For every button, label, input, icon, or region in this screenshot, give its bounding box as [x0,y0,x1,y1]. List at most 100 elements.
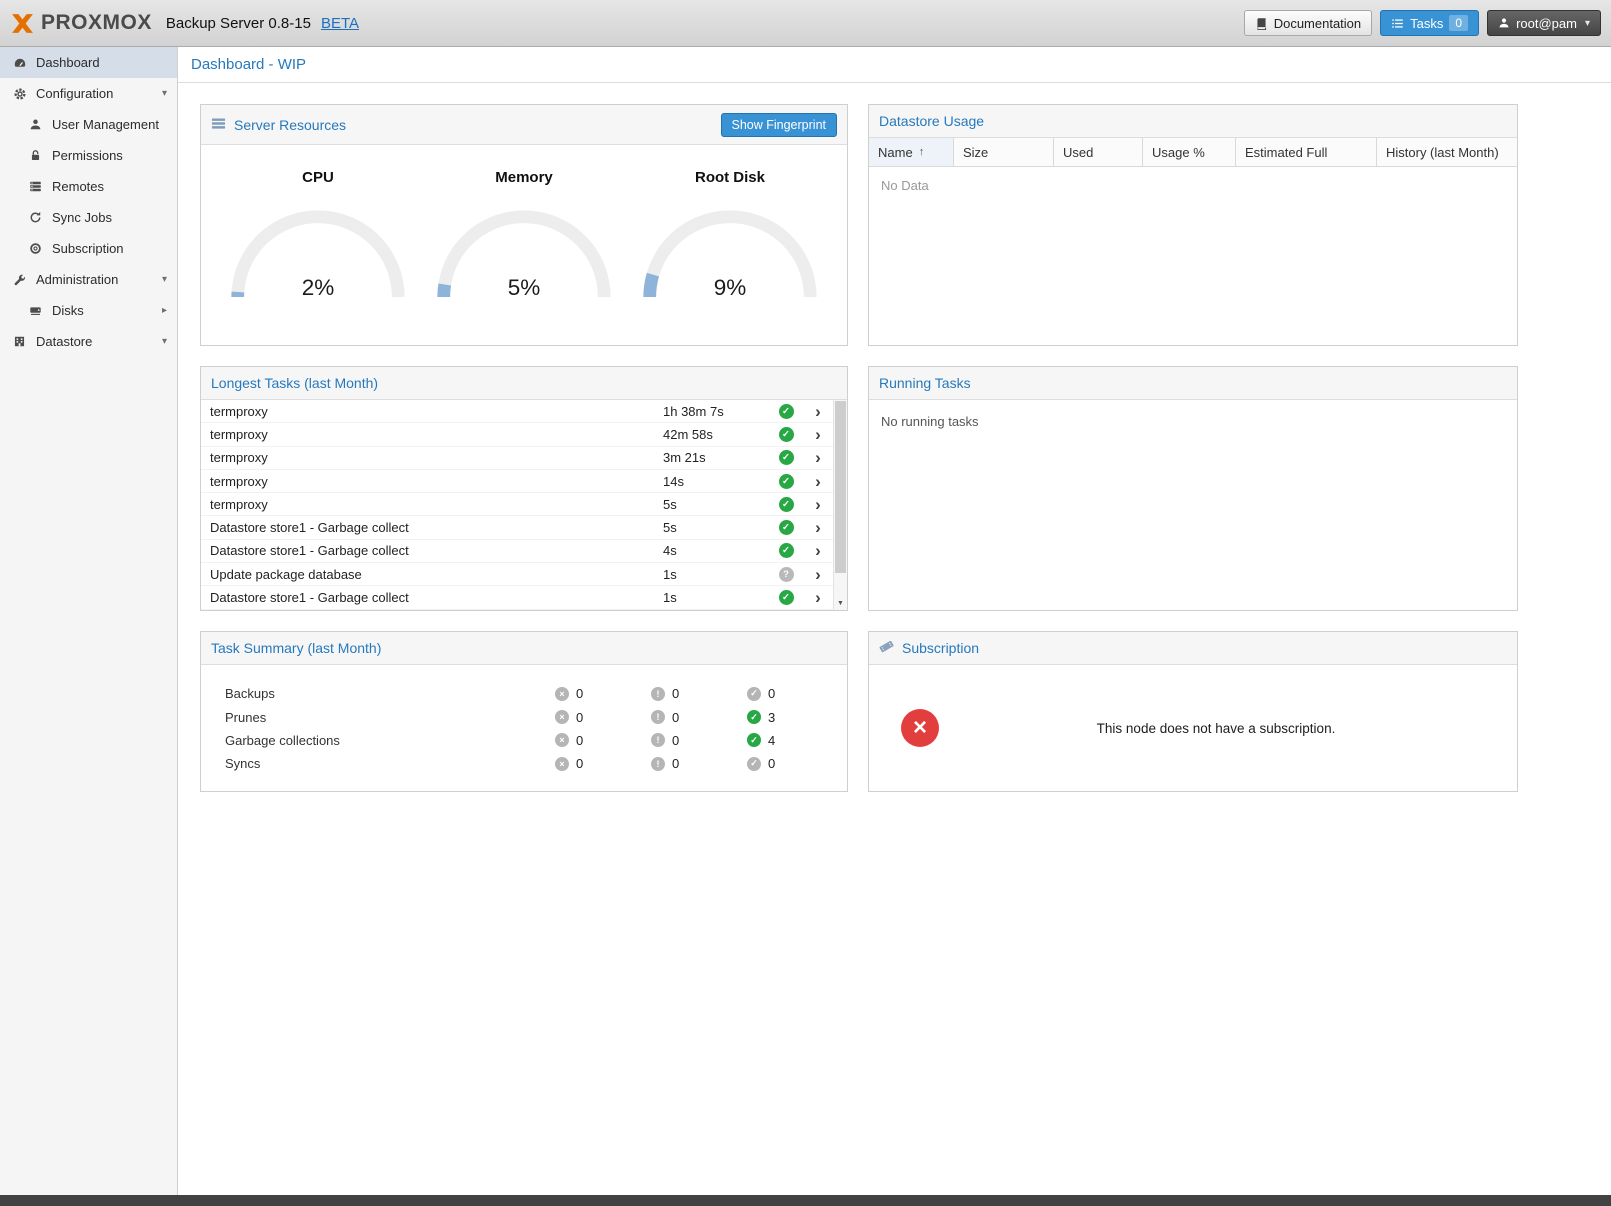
task-name: Datastore store1 - Garbage collect [201,590,663,605]
chevron-right-icon[interactable]: › [803,449,833,466]
sidebar-item-administration[interactable]: Administration ▾ [0,264,177,295]
subscription-panel: Subscription × This node does not have a… [868,631,1518,792]
dashboard-icon [12,56,27,70]
scrollbar[interactable]: ▼ [833,400,847,610]
chevron-down-icon: ▾ [162,274,167,285]
status-ok-icon: ✓ [779,450,794,465]
chevron-right-icon[interactable]: › [803,589,833,606]
app-title: Backup Server 0.8-15 [166,15,311,32]
task-summary-title: Task Summary (last Month) [211,640,381,656]
warning-count: ! 0 [651,733,747,748]
layout: Dashboard Configuration ▾ [0,47,1611,1195]
warning-count: ! 0 [651,686,747,701]
sidebar-item-user-management[interactable]: User Management [0,109,177,140]
warning-count: ! 0 [651,756,747,771]
no-subscription-icon: × [901,709,939,747]
task-duration: 1s [663,590,769,605]
sidebar-item-remotes[interactable]: Remotes [0,171,177,202]
column-label: Usage % [1152,145,1205,160]
task-row[interactable]: Datastore store1 - Garbage collect 5s ✓ … [201,516,833,539]
task-row[interactable]: Datastore store1 - Garbage collect 1s ✓ … [201,586,833,609]
sidebar-item-dashboard[interactable]: Dashboard [0,47,177,78]
bottom-strip [0,1195,1611,1206]
server-resources-title: Server Resources [234,117,346,133]
task-row[interactable]: termproxy 5s ✓ › [201,493,833,516]
ok-count: ✓ 4 [747,733,843,748]
warning-count: ! 0 [651,710,747,725]
scroll-down-button[interactable]: ▼ [834,596,847,610]
sidebar-item-sync-jobs[interactable]: Sync Jobs [0,202,177,233]
task-row[interactable]: termproxy 1h 38m 7s ✓ › [201,400,833,423]
root-disk-gauge-label: Root Disk [631,169,829,186]
column-header-size[interactable]: Size [954,138,1054,167]
sidebar-item-disks[interactable]: Disks ▸ [0,295,177,326]
subscription-title: Subscription [902,640,979,656]
sidebar: Dashboard Configuration ▾ [0,47,178,1195]
running-tasks-body: No running tasks [869,400,1517,610]
task-row[interactable]: Update package database 1s ? › [201,563,833,586]
datastore-usage-panel: Datastore Usage Name ↑ Size [868,104,1518,346]
ok-icon: ✓ [747,710,761,724]
page-title: Dashboard - WIP [191,56,306,73]
disk-icon [28,304,43,317]
chevron-right-icon[interactable]: › [803,496,833,513]
column-header-used[interactable]: Used [1054,138,1143,167]
building-icon [12,335,27,348]
task-row[interactable]: termproxy 42m 58s ✓ › [201,423,833,446]
column-header-history[interactable]: History (last Month) [1377,138,1517,167]
show-fingerprint-button[interactable]: Show Fingerprint [721,113,838,137]
no-data-text: No Data [869,167,1517,204]
task-name: termproxy [201,497,663,512]
root-disk-gauge-value: 9% [714,275,747,300]
sidebar-item-label: Subscription [52,241,124,256]
sync-icon [28,211,43,224]
sidebar-item-permissions[interactable]: Permissions [0,140,177,171]
status-ok-icon: ✓ [779,427,794,442]
sidebar-item-subscription[interactable]: Subscription [0,233,177,264]
gear-icon [12,87,27,101]
ok-count: ✓ 3 [747,710,843,725]
summary-label: Garbage collections [225,733,555,748]
summary-row-garbage-collections: Garbage collections × 0 ! 0 ✓ [225,729,847,752]
user-label: root@pam [1516,16,1577,31]
sidebar-item-label: User Management [52,117,159,132]
tasks-count-badge: 0 [1449,15,1468,31]
task-row[interactable]: termproxy 3m 21s ✓ › [201,447,833,470]
chevron-right-icon[interactable]: › [803,473,833,490]
task-name: Update package database [201,567,663,582]
column-header-name[interactable]: Name ↑ [869,138,954,167]
subscription-message: This node does not have a subscription. [939,721,1493,736]
documentation-button[interactable]: Documentation [1244,10,1372,36]
task-duration: 4s [663,543,769,558]
chevron-right-icon[interactable]: › [803,566,833,583]
user-menu-button[interactable]: root@pam ▾ [1487,10,1601,36]
column-header-usage-percent[interactable]: Usage % [1143,138,1236,167]
sidebar-item-configuration[interactable]: Configuration ▾ [0,78,177,109]
tasks-button[interactable]: Tasks 0 [1380,10,1479,36]
longest-tasks-title: Longest Tasks (last Month) [211,375,378,391]
scrollbar-thumb[interactable] [835,401,846,573]
error-icon: × [555,710,569,724]
chevron-right-icon[interactable]: › [803,542,833,559]
task-row[interactable]: Datastore store1 - Garbage collect 4s ✓ … [201,540,833,563]
task-row[interactable]: termproxy 14s ✓ › [201,470,833,493]
column-label: Size [963,145,988,160]
page-titlebar: Dashboard - WIP [178,47,1611,83]
column-header-estimated-full[interactable]: Estimated Full [1236,138,1377,167]
beta-link[interactable]: BETA [321,15,359,32]
sidebar-item-datastore[interactable]: Datastore ▾ [0,326,177,357]
task-summary-panel: Task Summary (last Month) Backups × 0 ! … [200,631,848,792]
server-resources-body: CPU 2% Memory [201,145,847,345]
task-summary-body: Backups × 0 ! 0 ✓ 0 [201,665,847,791]
sidebar-item-label: Configuration [36,86,113,101]
server-resources-icon [211,116,226,134]
sidebar-item-label: Remotes [52,179,104,194]
error-count: × 0 [555,733,651,748]
support-icon [28,242,43,255]
tasks-label: Tasks [1410,16,1443,31]
status-ok-icon: ✓ [779,543,794,558]
chevron-right-icon[interactable]: › [803,519,833,536]
chevron-right-icon[interactable]: › [803,403,833,420]
longest-tasks-body: termproxy 1h 38m 7s ✓ › termproxy 42m 58… [201,400,847,610]
chevron-right-icon[interactable]: › [803,426,833,443]
